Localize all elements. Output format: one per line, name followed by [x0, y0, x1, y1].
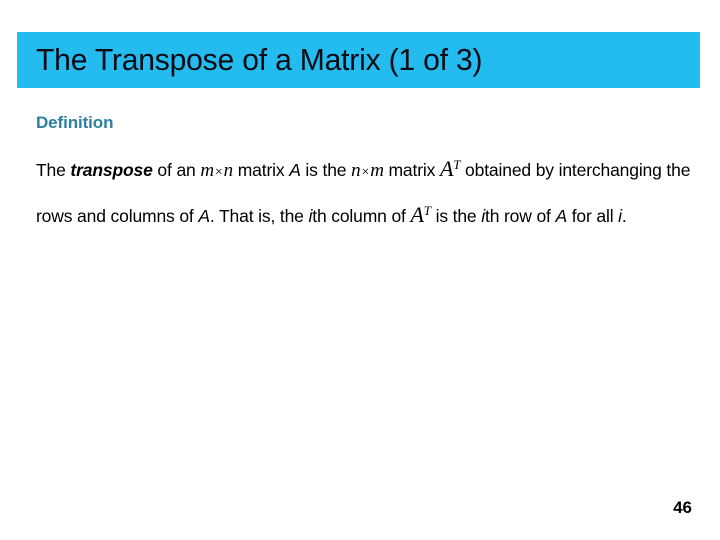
times-sign-1: ×	[214, 165, 223, 180]
text-for-all: for all	[567, 206, 619, 226]
slide-title-bar: The Transpose of a Matrix (1 of 3)	[17, 32, 700, 88]
math-a-2: A	[439, 156, 454, 181]
text-of-an: of an	[152, 160, 201, 180]
text-that-is: . That is, the	[209, 206, 309, 226]
math-a-4: A	[410, 202, 424, 227]
text-is-the-2: is the	[430, 206, 482, 226]
text-is-the: is the	[300, 160, 352, 180]
text-matrix-2: matrix	[383, 160, 440, 180]
definition-paragraph: The transpose of an m×n matrix A is the …	[36, 148, 691, 237]
definition-heading: Definition	[36, 113, 114, 132]
superscript-transpose-2: T	[423, 203, 431, 219]
math-a-1: A	[289, 160, 301, 180]
times-sign-2: ×	[361, 165, 370, 180]
math-a-3: A	[198, 206, 210, 226]
math-m-2: m	[370, 160, 384, 181]
slide-body: Definition The transpose of an m×n matri…	[36, 112, 696, 237]
text-th-row-of: th row of	[484, 206, 556, 226]
math-a-5: A	[555, 206, 567, 226]
math-m-1: m	[200, 160, 214, 181]
term-transpose: transpose	[70, 160, 153, 180]
text-period: .	[621, 206, 627, 226]
text-matrix-1: matrix	[233, 160, 290, 180]
math-n-1: n	[223, 160, 234, 181]
text-the: The	[36, 160, 71, 180]
page-title: The Transpose of a Matrix (1 of 3)	[36, 42, 483, 77]
text-th-column-of: th column of	[312, 206, 411, 226]
page-number: 46	[673, 498, 692, 517]
slide-canvas: The Transpose of a Matrix (1 of 3) Defin…	[0, 0, 720, 540]
